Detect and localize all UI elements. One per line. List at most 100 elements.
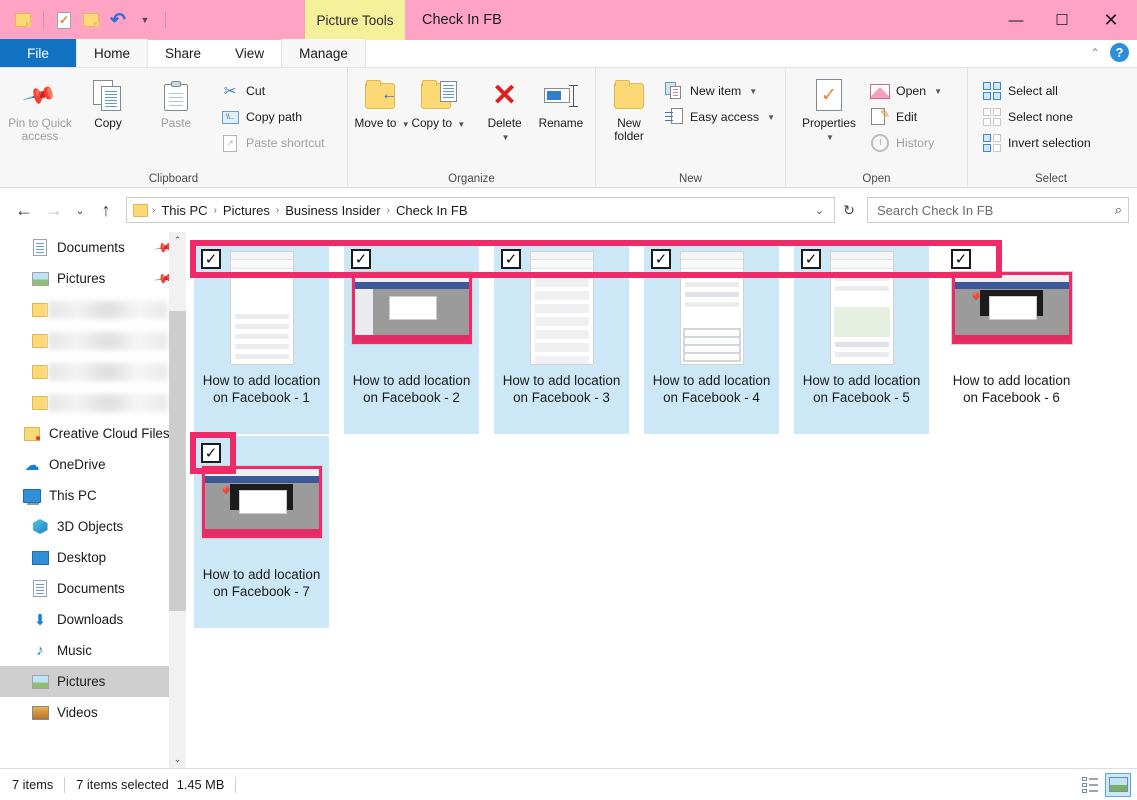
- file-tile[interactable]: ✓ How to add location on Facebook - 1: [194, 242, 329, 434]
- file-checkbox[interactable]: ✓: [651, 249, 671, 269]
- search-box[interactable]: Search Check In FB ⌕: [867, 197, 1129, 223]
- history-button[interactable]: History: [866, 131, 946, 155]
- sidebar-item-documents[interactable]: Documents: [0, 573, 186, 604]
- open-button[interactable]: Open ▼: [866, 79, 946, 103]
- cut-button[interactable]: ✂ Cut: [216, 79, 329, 103]
- sidebar-item-redacted-3[interactable]: [0, 325, 186, 356]
- chevron-down-icon[interactable]: ▼: [402, 120, 410, 129]
- tab-view[interactable]: View: [218, 39, 281, 67]
- select-none-button[interactable]: Select none: [978, 105, 1095, 129]
- file-checkbox[interactable]: ✓: [951, 249, 971, 269]
- copy-to-label: Copy to ▼: [411, 117, 465, 131]
- select-all-button[interactable]: Select all: [978, 79, 1095, 103]
- folder-icon[interactable]: [12, 9, 34, 31]
- scroll-down-icon[interactable]: ⌄: [169, 751, 186, 768]
- recent-locations-icon[interactable]: ⌄: [70, 196, 90, 224]
- new-folder-button[interactable]: New folder: [602, 73, 656, 143]
- tab-manage[interactable]: Manage: [281, 39, 366, 67]
- scroll-up-icon[interactable]: ⌃: [169, 232, 186, 249]
- chevron-down-icon[interactable]: ⌄: [809, 204, 830, 217]
- window-title: Check In FB: [422, 12, 502, 28]
- edit-button[interactable]: ✎ Edit: [866, 105, 946, 129]
- sidebar-item-videos[interactable]: Videos: [0, 697, 186, 728]
- file-tile[interactable]: ✓ How to add location on Facebook - 4: [644, 242, 779, 434]
- file-checkbox[interactable]: ✓: [351, 249, 371, 269]
- move-to-button[interactable]: ← Move to ▼: [354, 73, 410, 131]
- properties-button[interactable]: ✓ Properties ▼: [792, 73, 866, 144]
- up-button[interactable]: ↑: [92, 196, 120, 224]
- breadcrumb-item-business-insider[interactable]: Business Insider: [280, 203, 385, 218]
- file-tile[interactable]: ✓ 📍 How to add location on Facebook - 6: [944, 242, 1079, 434]
- maximize-button[interactable]: ☐: [1039, 0, 1085, 40]
- chevron-down-icon[interactable]: ▼: [134, 9, 156, 31]
- minimize-button[interactable]: —: [993, 0, 1039, 40]
- sidebar-item-onedrive[interactable]: ☁ OneDrive: [0, 449, 186, 480]
- selection-label: 7 items selected: [76, 777, 169, 792]
- sidebar-item-redacted-2[interactable]: [0, 294, 186, 325]
- sidebar-item-this-pc[interactable]: This PC: [0, 480, 186, 511]
- file-tile[interactable]: ✓ How to add location on Facebook - 3: [494, 242, 629, 434]
- sidebar-item-redacted-5[interactable]: [0, 387, 186, 418]
- forward-button[interactable]: →: [40, 196, 68, 224]
- sidebar-item-downloads[interactable]: ⬇ Downloads: [0, 604, 186, 635]
- breadcrumb-item-pictures[interactable]: Pictures: [218, 203, 275, 218]
- search-input[interactable]: Search Check In FB: [877, 203, 1115, 218]
- search-icon[interactable]: ⌕: [1115, 202, 1122, 218]
- undo-icon[interactable]: ↶: [107, 9, 129, 31]
- scroll-track[interactable]: [169, 249, 186, 751]
- copy-to-button[interactable]: Copy to ▼: [410, 73, 466, 131]
- copy-path-button[interactable]: \\.. Copy path: [216, 105, 329, 129]
- tab-home[interactable]: Home: [76, 39, 149, 67]
- picture-tools-contextual-tab[interactable]: Picture Tools: [305, 0, 405, 40]
- file-tile[interactable]: ✓ How to add location on Facebook - 5: [794, 242, 929, 434]
- paste-button[interactable]: Paste: [142, 73, 210, 130]
- sidebar-item-music[interactable]: ♪ Music: [0, 635, 186, 666]
- pin-to-quick-access-button[interactable]: 📌 Pin to Quick access: [6, 73, 74, 143]
- close-button[interactable]: ✕: [1085, 0, 1137, 40]
- sidebar-item-creative-cloud-files[interactable]: Creative Cloud Files: [0, 418, 186, 449]
- new-folder-icon: [614, 78, 645, 114]
- copy-button[interactable]: Copy: [74, 73, 142, 130]
- chevron-down-icon[interactable]: ▼: [826, 133, 834, 142]
- invert-selection-button[interactable]: Invert selection: [978, 131, 1095, 155]
- tab-file[interactable]: File: [0, 39, 76, 67]
- tab-share[interactable]: Share: [148, 39, 218, 67]
- collapse-ribbon-icon[interactable]: ⌃: [1090, 46, 1100, 60]
- chevron-down-icon[interactable]: ▼: [934, 87, 942, 96]
- details-view-button[interactable]: [1077, 773, 1103, 797]
- help-icon[interactable]: ?: [1110, 43, 1129, 62]
- sidebar-item-desktop[interactable]: Desktop: [0, 542, 186, 573]
- navigation-scrollbar[interactable]: ⌃ ⌄: [169, 232, 186, 768]
- easy-access-button[interactable]: Easy access ▼: [660, 105, 779, 129]
- breadcrumb-item-this-pc[interactable]: This PC: [156, 203, 212, 218]
- scroll-thumb[interactable]: [169, 311, 186, 611]
- file-checkbox[interactable]: ✓: [501, 249, 521, 269]
- ribbon-group-new: New folder New item ▼ Easy access ▼ New: [596, 68, 786, 187]
- file-checkbox[interactable]: ✓: [801, 249, 821, 269]
- sidebar-item-redacted-4[interactable]: [0, 356, 186, 387]
- delete-button[interactable]: ✕ Delete ▼: [477, 73, 533, 144]
- file-tile[interactable]: ✓ How to add location on Facebook - 2: [344, 242, 479, 434]
- breadcrumb-item-check-in-fb[interactable]: Check In FB: [391, 203, 473, 218]
- sidebar-item-3d-objects[interactable]: 3D Objects: [0, 511, 186, 542]
- large-icons-view-button[interactable]: [1105, 772, 1131, 797]
- folder-icon[interactable]: [80, 9, 102, 31]
- chevron-down-icon[interactable]: ▼: [767, 113, 775, 122]
- chevron-down-icon[interactable]: ▼: [502, 133, 510, 142]
- file-list-pane[interactable]: ✓ How to add location on Facebook - 1 ✓ How…: [186, 232, 1137, 768]
- breadcrumb[interactable]: › This PC › Pictures › Business Insider …: [126, 197, 835, 223]
- file-checkbox[interactable]: ✓: [201, 249, 221, 269]
- properties-icon[interactable]: [53, 9, 75, 31]
- chevron-down-icon[interactable]: ▼: [749, 87, 757, 96]
- file-checkbox[interactable]: ✓: [201, 443, 221, 463]
- sidebar-item-pictures[interactable]: Pictures 📌: [0, 263, 186, 294]
- new-item-button[interactable]: New item ▼: [660, 79, 779, 103]
- refresh-button[interactable]: ↻: [837, 197, 861, 223]
- file-tile[interactable]: ✓ 📍 How to add location on Facebook - 7: [194, 436, 329, 628]
- rename-button[interactable]: Rename: [533, 73, 589, 130]
- chevron-down-icon[interactable]: ▼: [457, 120, 465, 129]
- sidebar-item-pictures[interactable]: Pictures: [0, 666, 186, 697]
- sidebar-item-documents[interactable]: Documents 📌: [0, 232, 186, 263]
- paste-shortcut-button[interactable]: ↗ Paste shortcut: [216, 131, 329, 155]
- back-button[interactable]: ←: [10, 196, 38, 224]
